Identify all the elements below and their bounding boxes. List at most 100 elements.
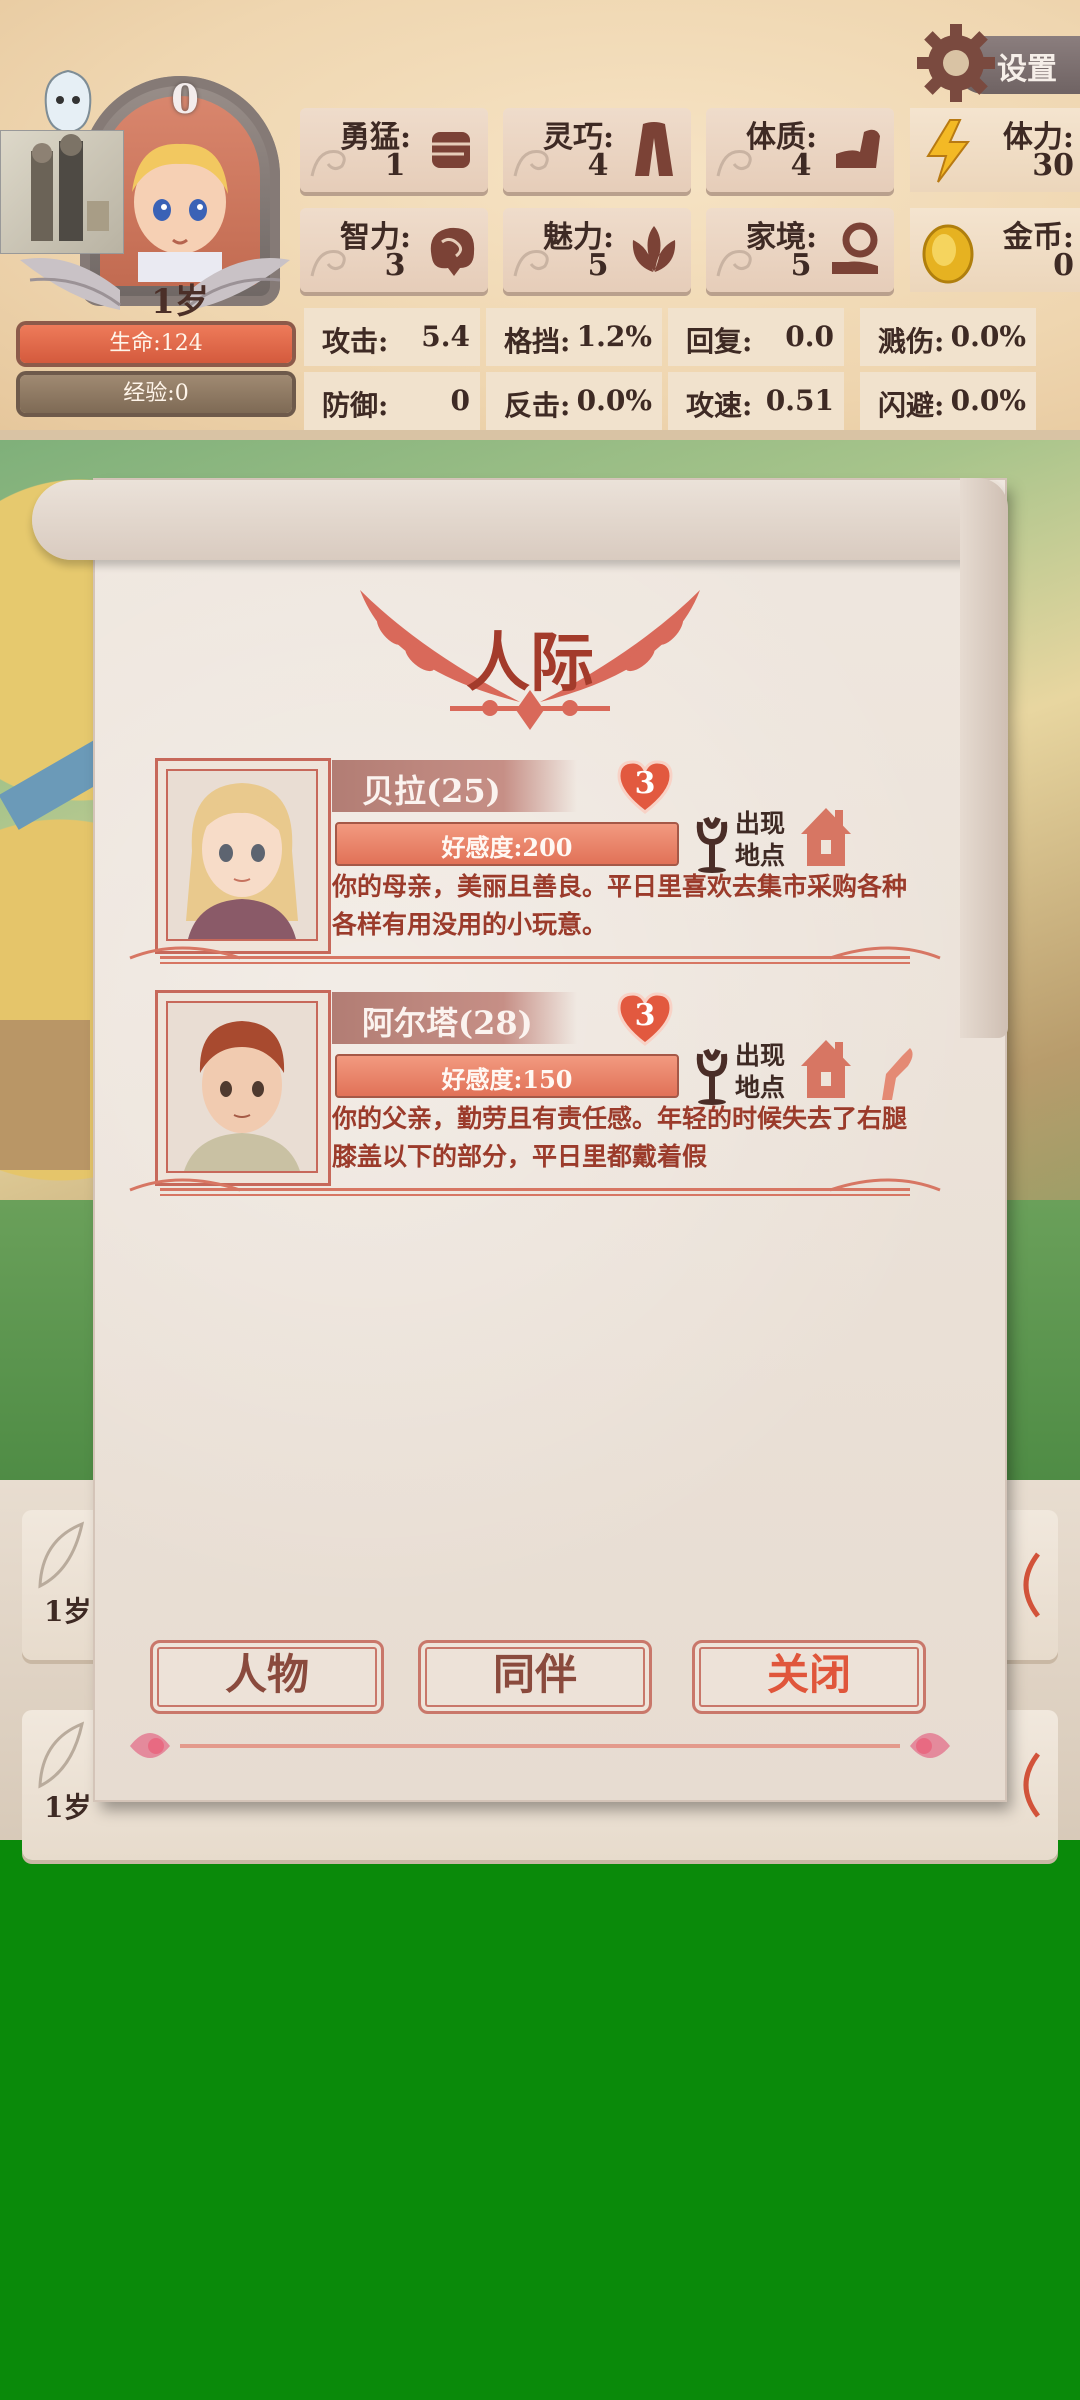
attr-value: 3 xyxy=(384,248,406,283)
location-label: 出现 地点 xyxy=(735,808,785,872)
exp-bar: 经验:0 xyxy=(20,375,292,413)
vine-decoration xyxy=(130,1733,950,1758)
character-name: 贝拉(25) xyxy=(362,772,501,810)
portrait-frame xyxy=(155,990,331,1186)
family-photo-image xyxy=(31,134,109,241)
heart-count: 3 xyxy=(634,766,656,801)
lightning-icon xyxy=(926,119,970,183)
location-pin-icon xyxy=(696,816,728,873)
alta-portrait xyxy=(184,1021,300,1171)
attr-dexterity[interactable]: 灵巧: 4 xyxy=(503,108,691,192)
event-age: 1岁 xyxy=(44,1595,92,1628)
event-age: 1岁 xyxy=(44,1791,92,1824)
favor-bar: 好感度:200 xyxy=(335,822,679,866)
attr-courage[interactable]: 勇猛: 1 xyxy=(300,108,488,192)
gold-coin-icon xyxy=(922,224,974,284)
divider-decoration xyxy=(129,1178,941,1196)
combat-label: 攻击: xyxy=(322,325,389,358)
gold-value: 0 xyxy=(1053,248,1074,283)
close-button[interactable]: 关闭 xyxy=(692,1640,926,1714)
characters-button[interactable]: 人物 xyxy=(150,1640,384,1714)
settings-label: 设置 xyxy=(997,52,1057,87)
combat-value: 0.0% xyxy=(950,320,1026,353)
combat-defense: 防御: 0 xyxy=(304,372,480,430)
ornament-icon xyxy=(1023,1552,1041,1618)
combat-label: 溅伤: xyxy=(878,325,945,358)
fist-icon xyxy=(432,132,470,168)
location-label-line1: 出现 xyxy=(735,1041,786,1070)
attr-value: 1 xyxy=(384,148,406,183)
hp-bar: 生命:124 xyxy=(20,325,292,363)
combat-value: 0.51 xyxy=(765,384,834,417)
character-description: 你的父亲，勤劳且有责任感。年轻的时候失去了右腿膝盖以下的部分，平日里都戴着假 xyxy=(332,1104,908,1171)
brain-icon xyxy=(430,227,475,276)
spirit-icon xyxy=(44,69,92,134)
attr-charisma[interactable]: 魅力: 5 xyxy=(503,208,691,292)
character-description: 你的母亲，美丽且善良。平日里喜欢去集市采购各种各样有用没用的小玩意。 xyxy=(332,872,908,939)
combat-label: 格挡: xyxy=(504,325,571,358)
family-photo-thumbnail[interactable] xyxy=(0,130,124,254)
house-icon[interactable] xyxy=(795,1036,857,1102)
location-label-line1: 出现 xyxy=(735,809,786,838)
house-icon[interactable] xyxy=(795,804,857,870)
attr-value: 4 xyxy=(790,148,812,183)
scroll-side-curl xyxy=(960,478,1008,1038)
attr-value: 5 xyxy=(790,248,812,283)
character-name-banner: 阿尔塔(28) xyxy=(332,992,577,1044)
bella-portrait xyxy=(186,783,298,939)
character-portrait xyxy=(166,1001,318,1173)
stamina-card: 体力: 30 xyxy=(910,108,1080,192)
combat-label: 防御: xyxy=(322,389,389,422)
combat-value: 0.0% xyxy=(950,384,1026,417)
heart-badge: 3 xyxy=(615,990,675,1046)
prosthetic-leg-icon[interactable] xyxy=(870,1044,922,1104)
ornament-icon xyxy=(1023,1752,1041,1818)
combat-value: 0.0 xyxy=(785,320,834,353)
scroll-top-curl xyxy=(32,480,1002,560)
combat-splash: 溅伤: 0.0% xyxy=(860,308,1036,366)
divider-decoration xyxy=(129,946,941,964)
combat-value: 0 xyxy=(450,384,470,417)
status-panel: 0 1岁 生命:124 经验:0 勇猛: 1 灵巧: 4 体质: 4 智力: 3 xyxy=(0,0,1080,440)
combat-counter: 反击: 0.0% xyxy=(486,372,662,430)
combat-regen: 回复: 0.0 xyxy=(668,308,844,366)
lotus-icon xyxy=(632,226,676,272)
player-level: 0 xyxy=(171,76,199,123)
combat-block: 格挡: 1.2% xyxy=(486,308,662,366)
favor-bar: 好感度:150 xyxy=(335,1054,679,1098)
combat-attack-speed: 攻速: 0.51 xyxy=(668,372,844,430)
hut-decoration xyxy=(0,1020,90,1170)
portrait-frame xyxy=(155,758,331,954)
stamina-value: 30 xyxy=(1032,148,1074,183)
character-card[interactable]: 贝拉(25) 3 好感度:200 出现 地点 你的母亲，美丽且善良。平日里喜欢去… xyxy=(120,758,950,964)
character-portrait xyxy=(166,769,318,941)
companions-button[interactable]: 同伴 xyxy=(418,1640,652,1714)
combat-label: 反击: xyxy=(504,389,571,422)
favor-text: 好感度:150 xyxy=(441,1065,573,1094)
heart-badge: 3 xyxy=(615,758,675,814)
attr-constitution[interactable]: 体质: 4 xyxy=(706,108,894,192)
feather-icon xyxy=(38,1521,85,1589)
character-name: 阿尔塔(28) xyxy=(362,1004,533,1042)
favor-text: 好感度:200 xyxy=(441,833,573,862)
combat-value: 1.2% xyxy=(576,320,652,353)
attr-value: 5 xyxy=(587,248,609,283)
location-pin-icon xyxy=(696,1048,728,1105)
gear-icon xyxy=(917,24,995,102)
character-card[interactable]: 阿尔塔(28) 3 好感度:150 出现 地点 你的父亲，勤劳且有责任感。年轻的… xyxy=(120,990,950,1196)
heart-count: 3 xyxy=(634,998,656,1033)
settings-button[interactable]: 设置 xyxy=(915,22,1080,104)
attr-intelligence[interactable]: 智力: 3 xyxy=(300,208,488,292)
modal-title: 人际 xyxy=(466,626,594,701)
gold-card: 金币: 0 xyxy=(910,208,1080,292)
location-label: 出现 地点 xyxy=(735,1040,785,1104)
combat-dodge: 闪避: 0.0% xyxy=(860,372,1036,430)
cloak-icon xyxy=(635,122,673,176)
combat-value: 0.0% xyxy=(576,384,652,417)
attr-family-wealth[interactable]: 家境: 5 xyxy=(706,208,894,292)
character-name-banner: 贝拉(25) xyxy=(332,760,577,812)
feather-icon xyxy=(38,1721,85,1789)
coin-hand-icon xyxy=(832,222,878,274)
combat-label: 攻速: xyxy=(686,389,753,422)
arm-icon xyxy=(836,129,880,168)
